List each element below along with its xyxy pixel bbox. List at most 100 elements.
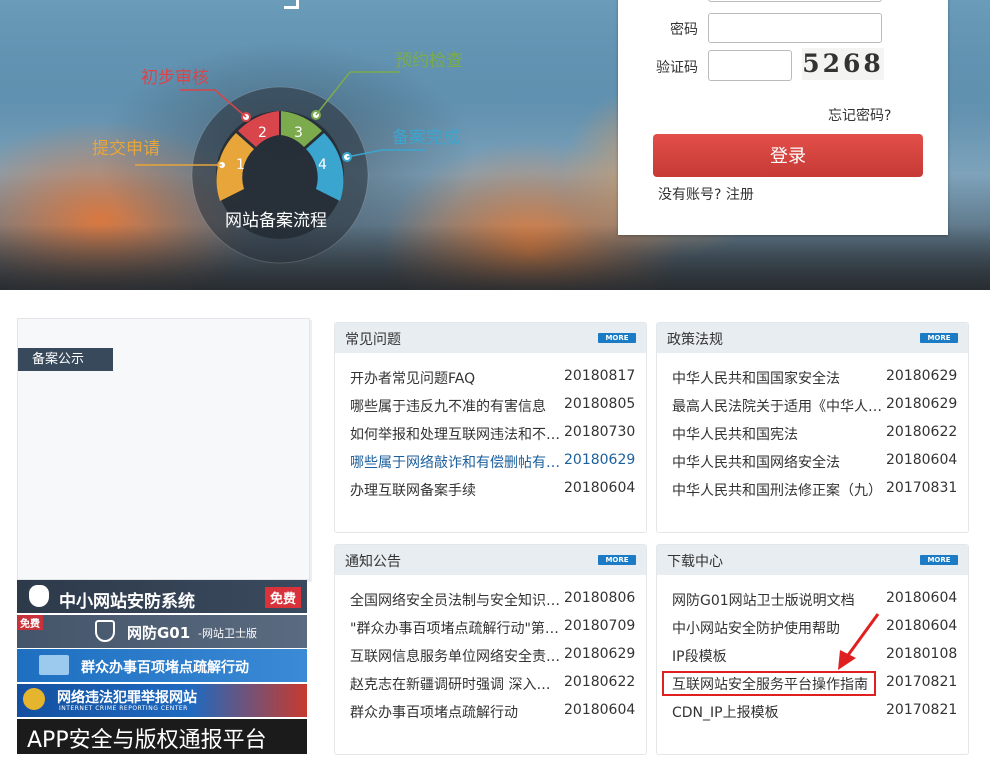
item-title[interactable]: 哪些属于网络敲诈和有偿删帖有关信息 <box>350 452 560 472</box>
item-title[interactable]: 哪些属于违反九不准的有害信息 <box>350 396 560 416</box>
security-system-title: 中小网站安防系统 <box>59 592 195 612</box>
shield-icon <box>29 585 49 607</box>
notice-board: 备案公示 <box>17 318 310 580</box>
guard-shield-icon <box>95 620 115 642</box>
list-item[interactable]: 开办者常见问题FAQ 20180817 <box>350 368 635 388</box>
crime-report-title: 网络违法犯罪举报网站 <box>57 690 197 706</box>
notices-more-button[interactable]: MORE <box>598 555 636 565</box>
item-title[interactable]: 开办者常见问题FAQ <box>350 368 560 388</box>
item-title[interactable]: 群众办事百项堵点疏解行动 <box>350 702 560 722</box>
item-title[interactable]: 中华人民共和国宪法 <box>672 424 882 444</box>
item-title[interactable]: 互联网信息服务单位网络安全责任落实 <box>350 646 560 666</box>
faq-panel: 常见问题 MORE 开办者常见问题FAQ 20180817 哪些属于违反九不准的有害… <box>334 322 647 533</box>
item-date: 20180108 <box>886 646 958 662</box>
list-item[interactable]: 如何举报和处理互联网违法和不良信息20180730 <box>350 424 635 444</box>
item-date: 20180604 <box>886 618 958 634</box>
item-date: 20170821 <box>886 674 958 690</box>
list-item[interactable]: 互联网信息服务单位网络安全责任落实20180629 <box>350 646 635 666</box>
forgot-password-link[interactable]: 忘记密码? <box>828 105 891 125</box>
notice-tag: 备案公示 <box>18 348 113 371</box>
app-report-title: APP安全与版权通报平台 <box>27 728 267 753</box>
policy-title: 政策法规 <box>667 332 723 348</box>
item-title[interactable]: 办理互联网备案手续 <box>350 480 560 500</box>
step-2-label: 初步审核 <box>141 68 209 88</box>
item-date: 20180604 <box>886 590 958 606</box>
list-item[interactable]: 全国网络安全员法制与安全知识竞赛 20180806 <box>350 590 635 610</box>
item-date: 20180604 <box>886 452 958 468</box>
list-item[interactable]: 最高人民法院关于适用《中华人民共和国》20180629 <box>672 396 957 416</box>
item-date: 20180629 <box>564 452 636 468</box>
step-4-label: 备案完成 <box>392 128 460 148</box>
crime-report-banner[interactable]: 网络违法犯罪举报网站 INTERNET CRIME REPORTING CENT… <box>17 684 307 717</box>
list-item[interactable]: 赵克志在新疆调研时强调 深入贯彻落实20180622 <box>350 674 635 694</box>
guard-subtitle: -网站卫士版 <box>198 627 257 640</box>
password-label: 密码 <box>670 22 698 38</box>
process-title: 网站备案流程 <box>225 211 327 231</box>
list-item[interactable]: 中华人民共和国网络安全法 20180604 <box>672 452 957 472</box>
item-date: 20180629 <box>564 646 636 662</box>
hero-banner: 1 2 3 4 提交申请 初步审核 预约检查 备案完成 网站备案流程 密码 验证… <box>0 0 990 290</box>
login-panel: 密码 验证码 5268 忘记密码? 登录 没有账号? 注册 <box>618 0 948 235</box>
notices-panel: 通知公告 MORE 全国网络安全员法制与安全知识竞赛 20180806 "群众办事百… <box>334 544 647 755</box>
captcha-image[interactable]: 5268 <box>802 48 884 80</box>
annotation-arrow-icon <box>838 613 880 670</box>
list-item[interactable]: IP段模板 20180108 <box>672 646 957 666</box>
username-input[interactable] <box>708 0 882 2</box>
item-date: 20180709 <box>564 618 636 634</box>
list-item[interactable]: CDN_IP上报模板 20170821 <box>672 702 957 722</box>
item-title[interactable]: CDN_IP上报模板 <box>672 702 882 722</box>
faq-title: 常见问题 <box>345 332 401 348</box>
captcha-input[interactable] <box>708 50 792 81</box>
item-date: 20170831 <box>886 480 958 496</box>
policy-panel: 政策法规 MORE 中华人民共和国国家安全法 20180629 最高人民法院关于适用… <box>656 322 969 533</box>
item-date: 20180622 <box>564 674 636 690</box>
item-title[interactable]: 赵克志在新疆调研时强调 深入贯彻落实 <box>350 674 560 694</box>
guard-g01-banner[interactable]: 免费 网防G01 -网站卫士版 <box>17 615 307 648</box>
password-input[interactable] <box>708 13 882 43</box>
login-button[interactable]: 登录 <box>653 134 923 177</box>
downloads-more-button[interactable]: MORE <box>920 555 958 565</box>
list-item[interactable]: 中华人民共和国刑法修正案（九） 20170831 <box>672 480 957 500</box>
item-date: 20180730 <box>564 424 636 440</box>
item-date: 20170821 <box>886 702 958 718</box>
crime-report-subtitle: INTERNET CRIME REPORTING CENTER <box>59 705 188 712</box>
policy-more-button[interactable]: MORE <box>920 333 958 343</box>
item-title[interactable]: 最高人民法院关于适用《中华人民共和国》 <box>672 396 882 416</box>
app-report-banner[interactable]: APP安全与版权通报平台 <box>17 719 307 754</box>
item-date: 20180604 <box>564 702 636 718</box>
item-date: 20180622 <box>886 424 958 440</box>
item-date: 20180805 <box>564 396 636 412</box>
list-item[interactable]: 中小网站安全防护使用帮助 20180604 <box>672 618 957 638</box>
list-item[interactable]: 网防G01网站卫士版说明文档 20180604 <box>672 590 957 610</box>
item-title[interactable]: 中华人民共和国国家安全法 <box>672 368 882 388</box>
item-title[interactable]: 网防G01网站卫士版说明文档 <box>672 590 882 610</box>
list-item[interactable]: 办理互联网备案手续 20180604 <box>350 480 635 500</box>
list-item[interactable]: 中华人民共和国国家安全法 20180629 <box>672 368 957 388</box>
item-date: 20180629 <box>886 396 958 412</box>
item-title[interactable]: 中华人民共和国刑法修正案（九） <box>672 480 882 500</box>
item-title[interactable]: 中华人民共和国网络安全法 <box>672 452 882 472</box>
item-title[interactable]: "群众办事百项堵点疏解行动"第一批 <box>350 618 560 638</box>
item-title[interactable]: 如何举报和处理互联网违法和不良信息 <box>350 424 560 444</box>
free-corner-badge: 免费 <box>17 615 43 630</box>
action-title: 群众办事百项堵点疏解行动 <box>81 660 249 676</box>
guard-title: 网防G01 <box>127 624 191 642</box>
item-date: 20180629 <box>886 368 958 384</box>
step-3-label: 预约检查 <box>395 51 463 71</box>
list-item[interactable]: 群众办事百项堵点疏解行动 20180604 <box>350 702 635 722</box>
action-banner[interactable]: 群众办事百项堵点疏解行动 <box>17 649 307 682</box>
captcha-label: 验证码 <box>656 60 698 76</box>
list-item[interactable]: 哪些属于网络敲诈和有偿删帖有关信息20180629 <box>350 452 635 472</box>
register-link[interactable]: 没有账号? 注册 <box>658 184 754 204</box>
item-title[interactable]: 全国网络安全员法制与安全知识竞赛 <box>350 590 560 610</box>
list-item[interactable]: "群众办事百项堵点疏解行动"第一批 20180709 <box>350 618 635 638</box>
item-date: 20180604 <box>564 480 636 496</box>
item-date: 20180817 <box>564 368 636 384</box>
faq-more-button[interactable]: MORE <box>598 333 636 343</box>
downloads-title: 下载中心 <box>667 554 723 570</box>
highlight-box <box>662 671 876 696</box>
security-system-banner[interactable]: 中小网站安防系统 免费 <box>17 580 307 613</box>
step-1-label: 提交申请 <box>92 139 160 159</box>
list-item[interactable]: 哪些属于违反九不准的有害信息 20180805 <box>350 396 635 416</box>
list-item[interactable]: 中华人民共和国宪法 20180622 <box>672 424 957 444</box>
